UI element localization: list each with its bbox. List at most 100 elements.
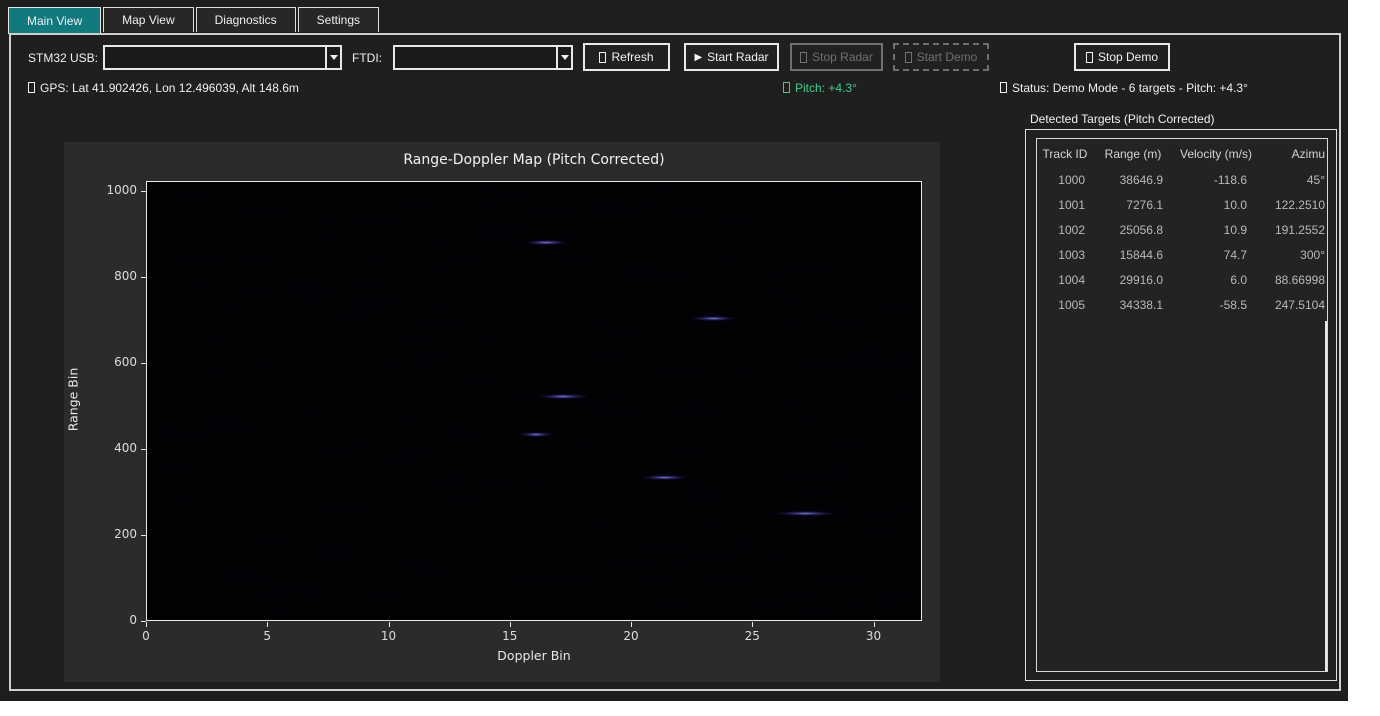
targets-panel-title: Detected Targets (Pitch Corrected) bbox=[1030, 112, 1215, 126]
table-cell: -58.5 bbox=[1173, 298, 1259, 323]
status-text: Status: Demo Mode - 6 targets - Pitch: +… bbox=[1012, 81, 1248, 95]
range-doppler-figure: Range-Doppler Map (Pitch Corrected) Rang… bbox=[64, 142, 940, 682]
refresh-button-label: Refresh bbox=[611, 50, 653, 64]
table-row[interactable]: 100429916.06.088.66998 bbox=[1037, 273, 1327, 298]
start-radar-button[interactable]: ▶Start Radar bbox=[684, 43, 779, 71]
col-azimuth[interactable]: Azimu bbox=[1259, 147, 1325, 169]
tab-label: Map View bbox=[122, 13, 174, 27]
y-tickmark bbox=[141, 363, 146, 364]
chevron-down-icon[interactable] bbox=[556, 47, 571, 68]
stop-radar-button[interactable]: Stop Radar bbox=[790, 43, 883, 71]
pitch-text: Pitch: +4.3° bbox=[795, 81, 857, 95]
tab-diagnostics[interactable]: Diagnostics bbox=[196, 7, 296, 32]
table-cell: 1002 bbox=[1037, 223, 1093, 248]
ftdi-combobox[interactable] bbox=[393, 45, 573, 70]
range-doppler-plot[interactable] bbox=[146, 181, 922, 621]
col-velocity[interactable]: Velocity (m/s) bbox=[1173, 147, 1259, 169]
table-row[interactable]: 10017276.110.0122.2510 bbox=[1037, 198, 1327, 223]
stop-icon bbox=[1086, 52, 1093, 63]
gps-status-label: GPS: Lat 41.902426, Lon 12.496039, Alt 1… bbox=[28, 81, 299, 95]
stm32-usb-combobox[interactable] bbox=[103, 45, 342, 70]
x-tickmark bbox=[389, 622, 390, 627]
targets-table[interactable]: Track ID Range (m) Velocity (m/s) Azimu … bbox=[1036, 138, 1328, 672]
table-cell: 191.2552 bbox=[1259, 223, 1325, 248]
heatmap-noise-canvas bbox=[147, 182, 921, 620]
table-row[interactable]: 100534338.1-58.5247.5104 bbox=[1037, 298, 1327, 323]
table-row[interactable]: 100225056.810.9191.2552 bbox=[1037, 223, 1327, 248]
table-cell: 1000 bbox=[1037, 173, 1093, 198]
table-cell: 1005 bbox=[1037, 298, 1093, 323]
table-cell: 247.5104 bbox=[1259, 298, 1325, 323]
y-tickmark bbox=[141, 449, 146, 450]
ftdi-value bbox=[395, 47, 556, 68]
y-tick-label: 800 bbox=[97, 269, 137, 283]
table-row[interactable]: 100038646.9-118.645° bbox=[1037, 173, 1327, 198]
tab-label: Main View bbox=[27, 14, 82, 28]
table-cell: 1004 bbox=[1037, 273, 1093, 298]
table-scrollbar[interactable] bbox=[1325, 321, 1327, 671]
stop-radar-button-label: Stop Radar bbox=[812, 50, 873, 64]
x-tick-label: 15 bbox=[495, 629, 525, 643]
y-tickmark bbox=[141, 535, 146, 536]
ftdi-label: FTDI: bbox=[352, 51, 382, 65]
stop-demo-button-label: Stop Demo bbox=[1098, 50, 1158, 64]
x-tickmark bbox=[510, 622, 511, 627]
start-demo-button[interactable]: Start Demo bbox=[893, 43, 989, 71]
refresh-button[interactable]: Refresh bbox=[583, 43, 670, 71]
table-cell: 122.2510 bbox=[1259, 198, 1325, 223]
x-tick-label: 30 bbox=[859, 629, 889, 643]
y-tickmark bbox=[141, 191, 146, 192]
chart-ylabel: Range Bin bbox=[66, 240, 81, 560]
col-track-id[interactable]: Track ID bbox=[1037, 147, 1093, 169]
y-tick-label: 0 bbox=[97, 613, 137, 627]
table-cell: 25056.8 bbox=[1093, 223, 1173, 248]
x-tick-label: 0 bbox=[131, 629, 161, 643]
tab-map-view[interactable]: Map View bbox=[103, 7, 193, 32]
x-tickmark bbox=[267, 622, 268, 627]
x-tick-label: 25 bbox=[737, 629, 767, 643]
pitch-label: Pitch: +4.3° bbox=[783, 81, 857, 95]
status-label: Status: Demo Mode - 6 targets - Pitch: +… bbox=[1000, 81, 1248, 95]
table-cell: 6.0 bbox=[1173, 273, 1259, 298]
stop-demo-button[interactable]: Stop Demo bbox=[1074, 43, 1170, 71]
refresh-icon bbox=[599, 52, 606, 63]
stop-icon bbox=[800, 52, 807, 63]
app-window: Main View Map View Diagnostics Settings … bbox=[0, 0, 1348, 701]
gps-status-text: GPS: Lat 41.902426, Lon 12.496039, Alt 1… bbox=[40, 81, 299, 95]
chart-title: Range-Doppler Map (Pitch Corrected) bbox=[146, 152, 922, 168]
demo-icon bbox=[905, 52, 912, 63]
table-cell: 15844.6 bbox=[1093, 248, 1173, 273]
x-tickmark bbox=[631, 622, 632, 627]
table-cell: -118.6 bbox=[1173, 173, 1259, 198]
tab-main-view[interactable]: Main View bbox=[8, 7, 101, 34]
tab-label: Diagnostics bbox=[215, 13, 277, 27]
tab-settings[interactable]: Settings bbox=[298, 7, 379, 32]
targets-groupbox: Track ID Range (m) Velocity (m/s) Azimu … bbox=[1025, 129, 1337, 681]
tab-bar: Main View Map View Diagnostics Settings bbox=[8, 7, 381, 34]
table-cell: 300° bbox=[1259, 248, 1325, 273]
table-row[interactable]: 100315844.674.7300° bbox=[1037, 248, 1327, 273]
play-icon: ▶ bbox=[694, 52, 702, 63]
x-tickmark bbox=[874, 622, 875, 627]
status-icon bbox=[1000, 82, 1007, 93]
tab-label: Settings bbox=[317, 13, 360, 27]
table-cell: 10.9 bbox=[1173, 223, 1259, 248]
y-tick-label: 200 bbox=[97, 527, 137, 541]
x-tick-label: 10 bbox=[374, 629, 404, 643]
chevron-down-icon[interactable] bbox=[325, 47, 340, 68]
pitch-icon bbox=[783, 82, 790, 93]
table-cell: 38646.9 bbox=[1093, 173, 1173, 198]
chart-xlabel: Doppler Bin bbox=[146, 648, 922, 663]
col-range[interactable]: Range (m) bbox=[1093, 147, 1173, 169]
stm32-usb-label: STM32 USB: bbox=[28, 51, 98, 65]
y-tick-label: 1000 bbox=[97, 183, 137, 197]
table-cell: 74.7 bbox=[1173, 248, 1259, 273]
y-tickmark bbox=[141, 277, 146, 278]
y-tick-label: 600 bbox=[97, 355, 137, 369]
table-cell: 1003 bbox=[1037, 248, 1093, 273]
table-cell: 45° bbox=[1259, 173, 1325, 198]
table-cell: 1001 bbox=[1037, 198, 1093, 223]
x-tickmark bbox=[146, 622, 147, 627]
table-cell: 10.0 bbox=[1173, 198, 1259, 223]
table-cell: 29916.0 bbox=[1093, 273, 1173, 298]
